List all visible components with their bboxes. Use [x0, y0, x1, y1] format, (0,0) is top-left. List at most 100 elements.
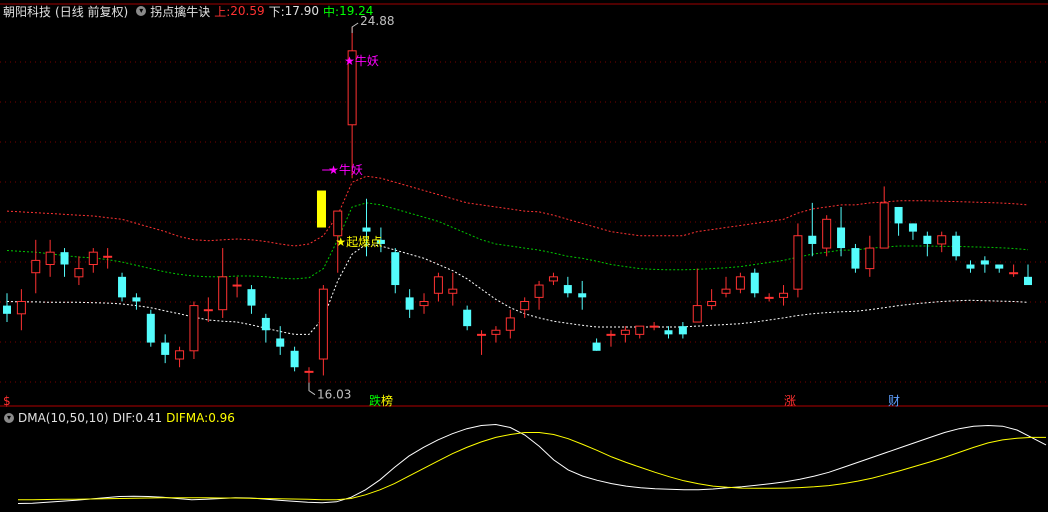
star-top-label: ★牛妖 — [344, 53, 379, 68]
candle-body-12 — [175, 350, 185, 360]
lower-band-line — [6, 243, 1029, 335]
period-label[interactable]: (日线 前复权) — [55, 3, 128, 20]
candle-body-66 — [952, 235, 961, 257]
candle-body-14 — [203, 309, 213, 312]
candle-body-49 — [707, 300, 717, 307]
candle-body-3 — [45, 251, 55, 266]
difma-line — [18, 432, 1046, 501]
candle-body-37 — [534, 284, 544, 298]
event-marker-4[interactable]: 财 — [888, 394, 900, 408]
candle-57 — [822, 215, 832, 257]
upper-value: 20.59 — [230, 4, 265, 18]
candle-body-28 — [405, 297, 414, 310]
candle-22 — [318, 285, 328, 376]
event-marker-1[interactable]: 跌 — [369, 393, 381, 408]
high-price-pointer — [351, 22, 359, 33]
candle-body-1 — [16, 300, 26, 315]
candle-10 — [146, 309, 155, 347]
candle-body-69 — [995, 264, 1004, 269]
lower-value: 17.90 — [284, 4, 320, 18]
candle-body-62 — [894, 206, 903, 224]
candle-body-19 — [276, 338, 285, 347]
sub-indicator-toggle-icon[interactable]: ▾ — [4, 413, 14, 423]
mid-label: 中: — [323, 4, 340, 19]
event-marker-3[interactable]: 涨 — [784, 393, 796, 408]
stock-name[interactable]: 朝阳科技 — [0, 3, 51, 20]
main-header: 朝阳科技 (日线 前复权) ▾ 拐点擒牛诀 上: 20.59 下: 17.90 中:… — [0, 2, 373, 20]
candle-37 — [534, 280, 544, 310]
low-price-pointer — [308, 382, 316, 396]
candle-12 — [175, 346, 185, 368]
candle-1 — [16, 289, 26, 331]
difma-label: DIFMA: — [166, 411, 209, 425]
candle-59 — [851, 243, 860, 273]
candle-body-63 — [908, 223, 917, 232]
candle-body-10 — [146, 313, 155, 343]
candle-body-35 — [505, 317, 515, 331]
candle-body-60 — [865, 247, 875, 270]
candle-67 — [966, 260, 975, 273]
candle-body-25 — [362, 227, 371, 232]
candle-body-18 — [261, 317, 270, 331]
mid-value: 19.24 — [339, 4, 374, 18]
candle-body-59 — [851, 248, 860, 269]
candle-body-58 — [837, 227, 846, 249]
candle-body-5 — [74, 268, 84, 278]
event-marker-2[interactable]: 榜 — [381, 393, 393, 408]
candle-71 — [1024, 264, 1032, 286]
dif-label: DIF: — [112, 411, 136, 425]
candle-body-16 — [232, 284, 242, 287]
indicator-name[interactable]: 拐点擒牛诀 — [150, 3, 210, 20]
sub-indicator-name[interactable]: DMA(10,50,10) — [18, 411, 109, 425]
candle-body-4 — [60, 252, 69, 265]
candle-body-39 — [563, 285, 572, 294]
candle-9 — [132, 293, 141, 310]
star-mid-label: ★牛妖 — [328, 162, 363, 177]
candle-2 — [31, 239, 41, 294]
candle-46 — [664, 326, 673, 339]
kline-chart[interactable]: 24.88 16.03 ★牛妖 ★牛妖 ★起爆点 $ 跌榜涨财 — [0, 0, 1048, 512]
candle-40 — [578, 280, 587, 310]
candle-body-53 — [764, 296, 774, 299]
candles — [3, 26, 1032, 391]
candle-35 — [505, 309, 515, 339]
candle-42 — [606, 330, 616, 347]
candle-17 — [247, 285, 256, 314]
candle-body-34 — [491, 329, 501, 335]
bollinger-bands — [6, 175, 1029, 335]
mid-band-line — [6, 202, 1029, 280]
candle-58 — [837, 206, 846, 257]
candle-body-46 — [664, 330, 673, 335]
candle-51 — [735, 272, 745, 294]
candle-body-17 — [247, 289, 256, 306]
candle-body-23 — [333, 210, 343, 237]
candle-44 — [635, 325, 645, 339]
candle-60 — [865, 235, 875, 277]
candle-29 — [419, 293, 429, 314]
candle-body-61 — [879, 202, 889, 249]
sub-header: ▾ DMA(10,50,10) DIF: 0.41 DIFMA: 0.96 — [0, 409, 235, 427]
lower-label: 下: — [268, 4, 285, 19]
candle-47 — [678, 322, 687, 339]
indicator-toggle-icon[interactable]: ▾ — [136, 6, 147, 16]
candle-18 — [261, 313, 270, 343]
candle-body-20 — [290, 350, 299, 368]
candle-body-70 — [1009, 272, 1019, 275]
candle-body-42 — [606, 333, 616, 336]
candle-7 — [103, 248, 113, 269]
candle-27 — [391, 248, 400, 294]
candle-24 — [347, 26, 357, 179]
candle-64 — [923, 231, 932, 257]
upper-label: 上: — [214, 4, 231, 19]
event-marker-0[interactable]: $ — [3, 394, 11, 408]
candle-body-44 — [635, 325, 645, 335]
candle-body-40 — [578, 293, 587, 298]
candle-body-9 — [132, 297, 141, 302]
candle-0 — [3, 293, 11, 323]
candle-32 — [463, 305, 472, 331]
candle-body-68 — [980, 260, 989, 265]
candle-50 — [721, 276, 731, 298]
candle-body-11 — [161, 342, 170, 355]
candle-53 — [764, 293, 774, 302]
candle-body-15 — [218, 276, 228, 311]
